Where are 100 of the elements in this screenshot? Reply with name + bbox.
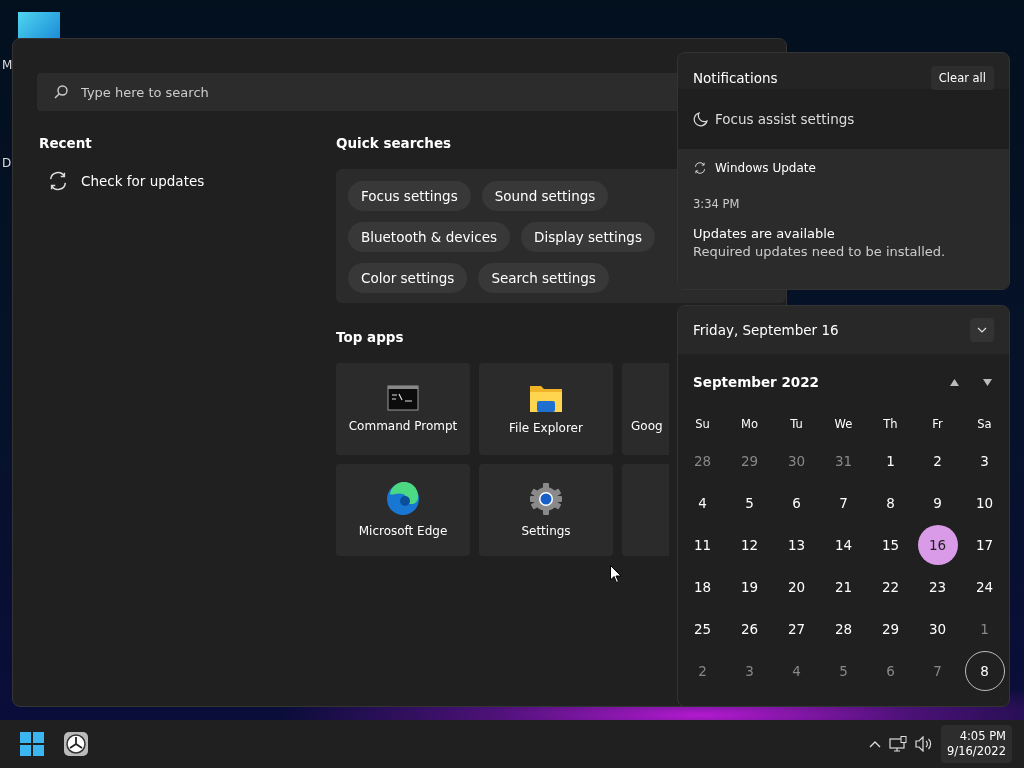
triangle-down-icon xyxy=(983,378,992,386)
calendar-day[interactable]: 11 xyxy=(682,525,723,565)
weekday-label: Sa xyxy=(976,416,993,433)
calendar-day[interactable]: 4 xyxy=(776,651,817,691)
browser-icon xyxy=(386,482,420,516)
calendar-day[interactable]: 14 xyxy=(823,525,864,565)
notification-app-name: Windows Update xyxy=(715,161,816,175)
calendar-day[interactable]: 6 xyxy=(870,651,911,691)
section-title: Top apps xyxy=(336,329,404,345)
quick-search-chip[interactable]: Focus settings xyxy=(348,181,471,211)
calendar-day[interactable]: 13 xyxy=(776,525,817,565)
quick-search-chip[interactable]: Search settings xyxy=(478,263,609,293)
calendar-day[interactable]: 24 xyxy=(964,567,1005,607)
next-month-button[interactable] xyxy=(983,378,992,386)
pointer-icon xyxy=(610,565,622,584)
gear-icon xyxy=(529,482,563,516)
calendar-day[interactable]: 17 xyxy=(964,525,1005,565)
calendar-day[interactable]: 29 xyxy=(729,441,770,481)
sync-icon xyxy=(47,170,69,192)
calendar-day[interactable]: 12 xyxy=(729,525,770,565)
calendar-day[interactable]: 8 xyxy=(870,483,911,523)
calendar-day[interactable]: 2 xyxy=(682,651,723,691)
desktop-icon-label: D xyxy=(2,156,12,170)
weekday-label: Mo xyxy=(740,416,759,433)
app-tile[interactable]: Goog xyxy=(622,363,669,455)
clock-button[interactable]: 4:05 PM 9/16/2022 xyxy=(941,725,1012,763)
app-tile[interactable]: Command Prompt xyxy=(336,363,470,455)
calendar-day[interactable]: 15 xyxy=(870,525,911,565)
notification-time: 3:34 PM xyxy=(693,197,741,211)
desktop-icon-label: M xyxy=(2,58,13,72)
calendar-day[interactable]: 7 xyxy=(917,651,958,691)
calendar-day[interactable]: 26 xyxy=(729,609,770,649)
volume-button[interactable] xyxy=(915,736,934,752)
calendar-day[interactable]: 21 xyxy=(823,567,864,607)
desktop-icon[interactable] xyxy=(18,12,60,40)
calendar-day[interactable]: 1 xyxy=(870,441,911,481)
notification-title: Updates are available xyxy=(693,226,836,241)
section-title: Quick searches xyxy=(336,135,452,151)
calendar-day[interactable]: 30 xyxy=(776,441,817,481)
month-title[interactable]: September 2022 xyxy=(693,374,819,390)
weekday-label: Tu xyxy=(789,416,804,433)
focus-assist-link[interactable]: Focus assist settings xyxy=(678,89,1009,149)
calendar-day[interactable]: 1 xyxy=(964,609,1005,649)
panel-title: Notifications xyxy=(693,70,778,86)
calendar-day[interactable]: 9 xyxy=(917,483,958,523)
app-tile[interactable]: File Explorer xyxy=(479,363,613,455)
notification-card[interactable]: Windows Update 3:34 PM Updates are available Required updates need to be installed. xyxy=(678,149,1009,289)
chevron-down-icon xyxy=(977,327,987,333)
show-hidden-icons-button[interactable] xyxy=(869,740,882,748)
app-tile[interactable]: Microsoft Edge xyxy=(336,464,470,556)
weekday-label: We xyxy=(833,416,854,433)
calendar-day[interactable]: 18 xyxy=(682,567,723,607)
date-header: Friday, September 16 xyxy=(693,322,839,338)
calendar-day[interactable]: 30 xyxy=(917,609,958,649)
quick-search-chip[interactable]: Display settings xyxy=(521,222,655,252)
calendar-day[interactable]: 16 xyxy=(917,525,958,565)
quick-search-chip[interactable]: Bluetooth & devices xyxy=(348,222,511,252)
windows-logo-icon xyxy=(20,732,44,756)
speaker-icon xyxy=(915,736,934,752)
calendar-day[interactable]: 31 xyxy=(823,441,864,481)
sync-icon xyxy=(693,161,707,175)
app-tile[interactable]: Settings xyxy=(479,464,613,556)
calendar-day[interactable]: 28 xyxy=(823,609,864,649)
calendar-day[interactable]: 3 xyxy=(964,441,1005,481)
monitor-icon xyxy=(889,736,908,752)
calendar-day[interactable]: 7 xyxy=(823,483,864,523)
notification-body: Required updates need to be installed. xyxy=(693,244,947,259)
start-button[interactable] xyxy=(20,732,44,756)
section-title: Recent xyxy=(39,135,92,151)
network-button[interactable] xyxy=(889,736,908,752)
search-icon xyxy=(53,84,69,100)
calendar-day[interactable]: 20 xyxy=(776,567,817,607)
clear-all-button[interactable]: Clear all xyxy=(930,66,994,90)
calendar-day[interactable]: 5 xyxy=(823,651,864,691)
calendar-day[interactable]: 28 xyxy=(682,441,723,481)
calendar-day[interactable]: 6 xyxy=(776,483,817,523)
folder-icon xyxy=(529,383,563,413)
calendar-day[interactable]: 25 xyxy=(682,609,723,649)
caret-up-icon xyxy=(869,740,882,748)
calendar-day[interactable]: 2 xyxy=(917,441,958,481)
calendar-day[interactable]: 23 xyxy=(917,567,958,607)
previous-month-button[interactable] xyxy=(950,378,959,386)
weekday-label: Su xyxy=(694,416,711,433)
calendar-day[interactable]: 5 xyxy=(729,483,770,523)
taskbar-app[interactable] xyxy=(64,732,88,756)
calendar-day[interactable]: 22 xyxy=(870,567,911,607)
weekday-label: Fr xyxy=(931,416,944,433)
calendar-day[interactable]: 4 xyxy=(682,483,723,523)
calendar-day[interactable]: 3 xyxy=(729,651,770,691)
collapse-button[interactable] xyxy=(970,318,994,342)
calendar-day[interactable]: 29 xyxy=(870,609,911,649)
recent-item[interactable]: Check for updates xyxy=(39,169,211,193)
clock-icon xyxy=(64,732,88,756)
quick-search-chip[interactable]: Sound settings xyxy=(481,181,609,211)
moon-icon xyxy=(693,111,709,127)
calendar-day[interactable]: 27 xyxy=(776,609,817,649)
quick-search-chip[interactable]: Color settings xyxy=(348,263,468,293)
calendar-day[interactable]: 10 xyxy=(964,483,1005,523)
weekday-label: Th xyxy=(882,416,899,433)
calendar-day[interactable]: 19 xyxy=(729,567,770,607)
